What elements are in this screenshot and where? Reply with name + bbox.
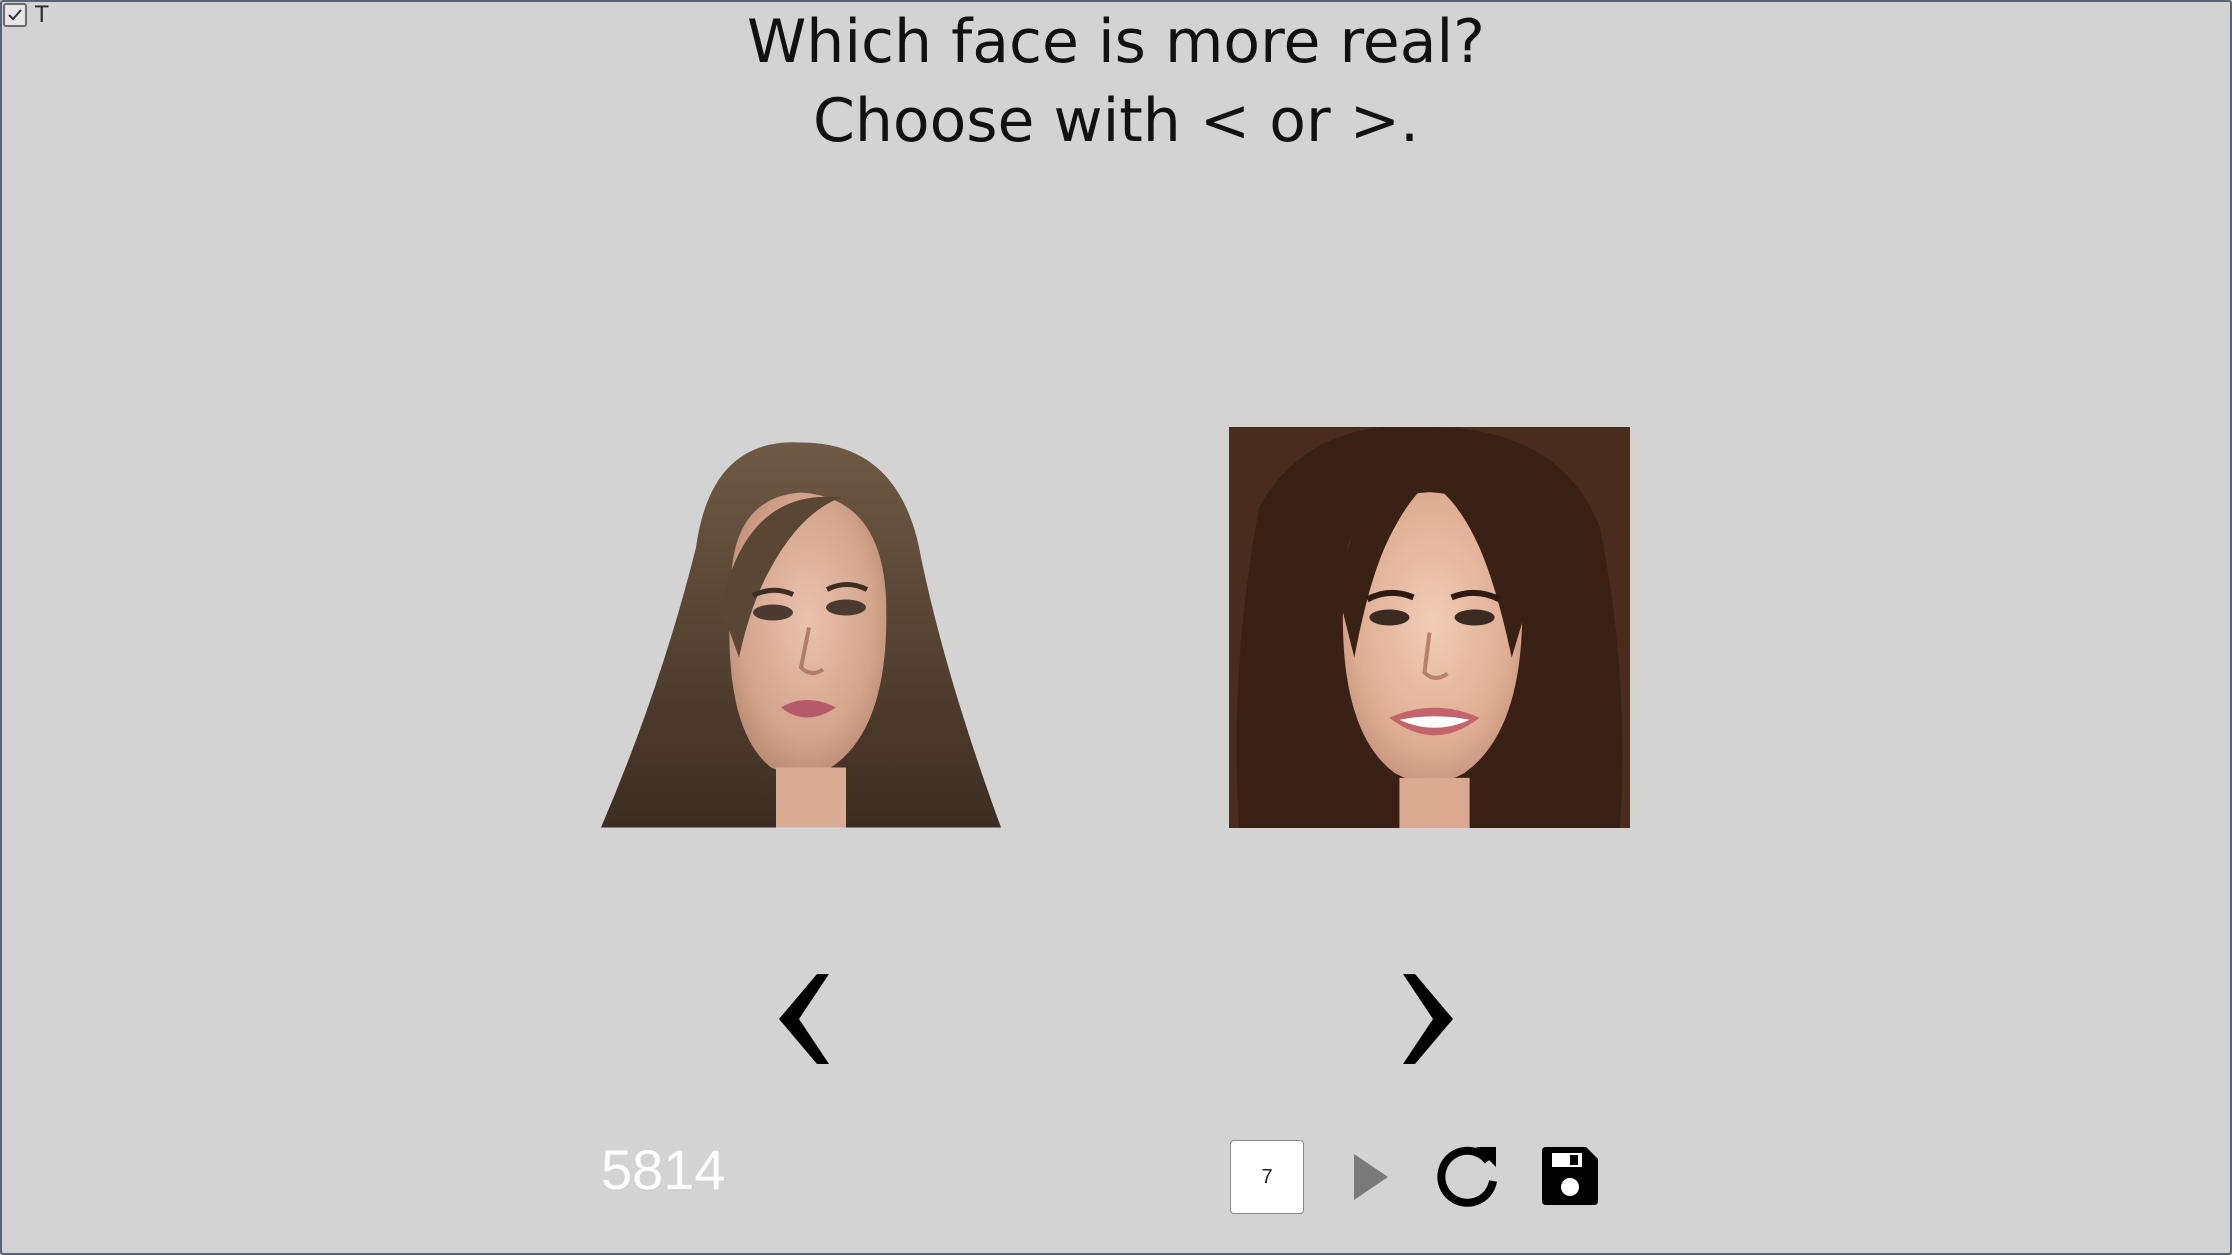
prompt-title-line1: Which face is more real? <box>746 7 1486 77</box>
play-button[interactable] <box>1350 1150 1392 1204</box>
face-photo-icon <box>601 427 1001 828</box>
window-frame <box>0 0 2232 1255</box>
prompt-title-line2: Choose with < or >. <box>812 86 1420 156</box>
chevron-right-icon <box>1403 974 1453 1064</box>
left-face-image[interactable] <box>601 427 1001 828</box>
face-photo-icon <box>1229 427 1630 828</box>
chevron-left-icon <box>779 974 829 1064</box>
play-icon <box>1354 1154 1388 1200</box>
choose-left-button[interactable] <box>767 969 837 1069</box>
reload-icon <box>1437 1146 1497 1207</box>
reload-button[interactable] <box>1432 1141 1502 1211</box>
floppy-disk-icon <box>1542 1147 1598 1205</box>
score-counter: 5814 <box>601 1138 726 1201</box>
save-button[interactable] <box>1538 1145 1600 1207</box>
right-face-image[interactable] <box>1229 427 1630 828</box>
choose-right-button[interactable] <box>1395 969 1465 1069</box>
round-count-input[interactable] <box>1230 1140 1304 1214</box>
